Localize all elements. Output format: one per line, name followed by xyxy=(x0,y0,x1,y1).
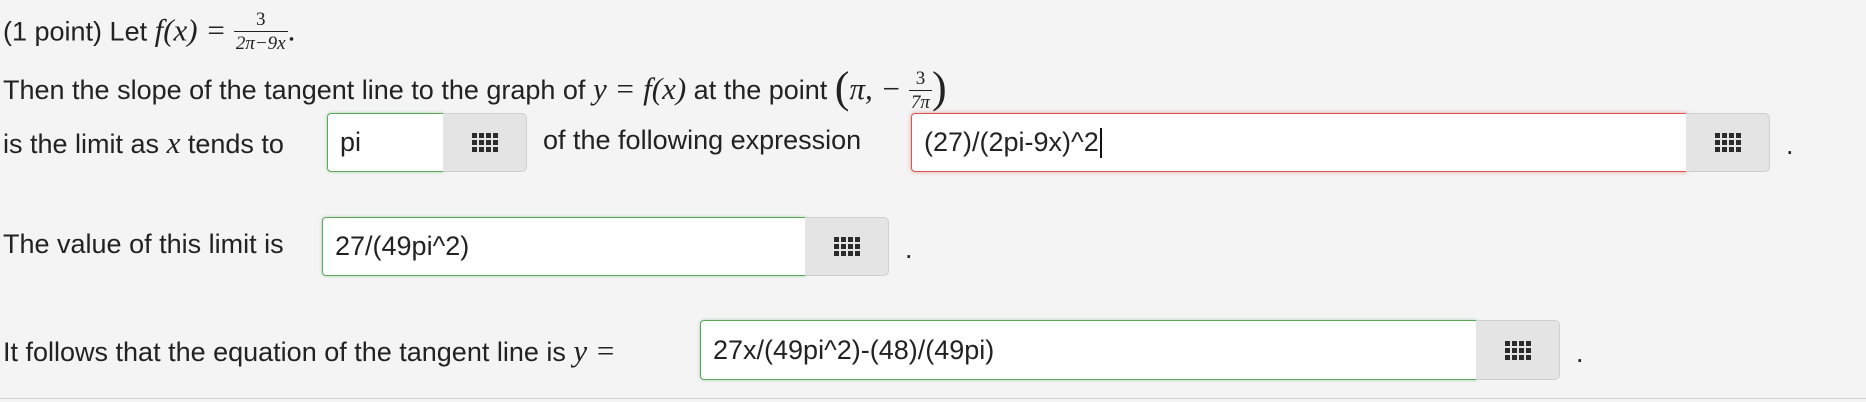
problem-line-1: (1 point) Let f(x) = 3 2π−9x . xyxy=(3,10,296,55)
problem-line-4: The value of this limit is xyxy=(3,231,284,258)
limit-value-keyboard-button[interactable] xyxy=(805,217,889,276)
limit-text-c: of the following expression xyxy=(543,125,862,155)
limit-value-period: . xyxy=(905,234,913,264)
limit-point-input[interactable]: pi xyxy=(327,113,444,172)
problem-line-5: It follows that the equation of the tang… xyxy=(3,335,616,366)
expression-keyboard-button[interactable] xyxy=(1686,113,1770,172)
function-numerator: 3 xyxy=(233,10,288,32)
tangent-text: It follows that the equation of the tang… xyxy=(3,337,566,367)
limit-point-keyboard-button[interactable] xyxy=(443,113,527,172)
limit-point-value: pi xyxy=(340,127,362,157)
keyboard-icon xyxy=(1504,340,1531,360)
function-lhs: f(x) = xyxy=(154,12,227,48)
function-fraction: 3 2π−9x xyxy=(233,10,288,54)
tangent-var: y = xyxy=(573,333,616,368)
expression-period: . xyxy=(1786,130,1794,160)
slope-text: Then the slope of the tangent line to th… xyxy=(3,75,586,106)
limit-value-input[interactable]: 27/(49pi^2) xyxy=(322,217,806,276)
expression-value: (27)/(2pi-9x)^2 xyxy=(924,127,1099,157)
graph-equation: y = f(x) xyxy=(592,71,687,107)
tangent-equation-value: 27x/(49pi^2)-(48)/(49pi) xyxy=(713,334,995,365)
function-denominator: 2π−9x xyxy=(235,33,286,54)
limit-text-a: is the limit as xyxy=(3,129,160,159)
text-caret xyxy=(1099,127,1102,158)
tangent-period: . xyxy=(1576,338,1584,368)
left-paren: ( xyxy=(834,63,850,112)
right-paren: ) xyxy=(931,63,947,112)
expression-label: of the following expression xyxy=(543,127,861,154)
point-numerator: 3 xyxy=(908,69,932,91)
expression-input[interactable]: (27)/(2pi-9x)^2 xyxy=(911,113,1687,172)
keyboard-icon xyxy=(1714,133,1741,152)
limit-variable: x xyxy=(166,125,181,160)
function-period: . xyxy=(287,12,296,48)
tangent-keyboard-button[interactable] xyxy=(1476,320,1560,380)
keyboard-icon xyxy=(833,237,860,256)
point-x: π, − xyxy=(849,71,902,107)
limit-value-text: The value of this limit is xyxy=(3,229,284,259)
point-text: at the point xyxy=(693,75,828,106)
point-fraction: 3 7π xyxy=(908,69,932,113)
keyboard-icon xyxy=(471,133,498,152)
points-label: (1 point) Let xyxy=(3,16,148,47)
tangent-equation-input[interactable]: 27x/(49pi^2)-(48)/(49pi) xyxy=(700,320,1477,380)
bottom-divider xyxy=(0,398,1866,399)
problem-line-3: is the limit as x tends to xyxy=(3,127,284,158)
limit-value-value: 27/(49pi^2) xyxy=(335,231,470,261)
point-denominator: 7π xyxy=(910,91,930,113)
limit-text-b: tends to xyxy=(187,129,284,159)
problem-line-2: Then the slope of the tangent line to th… xyxy=(3,66,947,114)
